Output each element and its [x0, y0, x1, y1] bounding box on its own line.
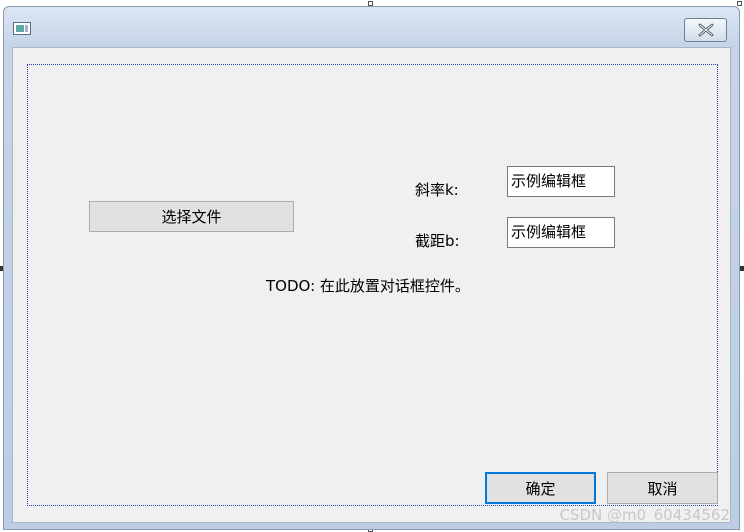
app-icon[interactable] [13, 22, 31, 35]
ok-button[interactable]: 确定 [485, 472, 596, 504]
cancel-button[interactable]: 取消 [607, 472, 718, 504]
choose-file-button[interactable]: 选择文件 [89, 201, 294, 232]
todo-text: TODO: 在此放置对话框控件。 [266, 277, 470, 295]
intercept-label: 截距b: [415, 232, 460, 250]
slope-input[interactable]: 示例编辑框 [507, 166, 615, 197]
dialog-window: 选择文件 斜率k: 示例编辑框 截距b: 示例编辑框 TODO: 在此放置对话框… [3, 6, 740, 530]
watermark-text: CSDN @m0_60434562 [559, 506, 730, 524]
resize-handle-top-right[interactable] [737, 1, 742, 6]
title-bar[interactable] [4, 7, 739, 47]
slope-label: 斜率k: [415, 181, 459, 199]
close-icon [698, 23, 713, 37]
intercept-input[interactable]: 示例编辑框 [507, 217, 615, 248]
dialog-client-area: 选择文件 斜率k: 示例编辑框 截距b: 示例编辑框 TODO: 在此放置对话框… [12, 47, 731, 523]
close-button[interactable] [684, 18, 727, 42]
